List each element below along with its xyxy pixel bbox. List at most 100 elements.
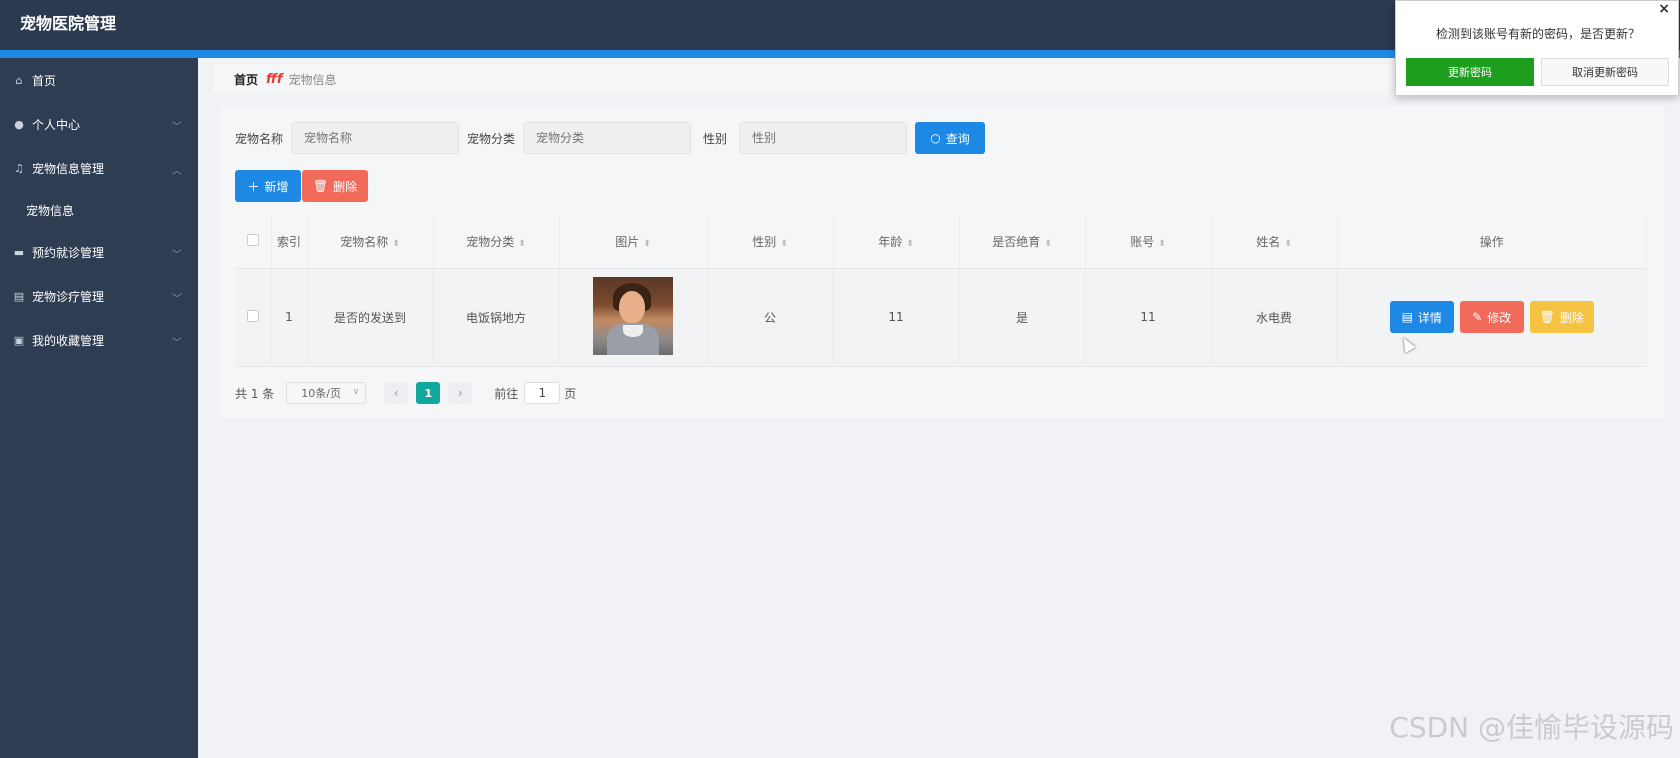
sort-icon[interactable]: ⬍: [1158, 239, 1166, 249]
page-number-current[interactable]: 1: [416, 382, 441, 404]
sidebar-item-pet-info-management[interactable]: ♫ 宠物信息管理 ︿: [0, 146, 198, 190]
sort-icon[interactable]: ⬍: [392, 239, 400, 249]
search-form: 宠物名称 宠物分类 性别 ○ 查询: [235, 122, 986, 154]
prev-page-button[interactable]: ‹: [384, 382, 409, 404]
user-icon: ●: [14, 117, 24, 131]
main-content: 首页 fff 宠物信息 宠物名称 宠物分类 性别 ○ 查询 ＋ 新增 🗑 删除: [198, 58, 1680, 758]
header-pet-category: 宠物分类: [466, 235, 515, 250]
detail-button-label: 详情: [1417, 310, 1442, 325]
edit-button-label: 修改: [1487, 310, 1512, 325]
header-neutered: 是否绝育: [992, 235, 1041, 250]
page-unit-label: 页: [564, 386, 577, 401]
table-row: 1 是否的发送到 电饭锅地方 公 11 是 11 水电费 ▤ 详情 ✎ 修改 🗑…: [235, 268, 1647, 367]
sidebar-item-favorites-management[interactable]: ▣ 我的收藏管理 ﹀: [0, 318, 198, 362]
pagination-total: 共 1 条: [235, 386, 275, 401]
close-icon[interactable]: ×: [1658, 1, 1670, 17]
next-page-button[interactable]: ›: [448, 382, 473, 404]
chevron-down-icon: ﹀: [172, 294, 182, 305]
add-button[interactable]: ＋ 新增: [235, 170, 301, 202]
select-all-cell: [235, 216, 272, 269]
header-index: 索引: [276, 235, 301, 250]
trash-icon: 🗑: [312, 179, 329, 193]
column-header[interactable]: 年龄 ⬍: [833, 216, 960, 269]
header-account: 账号: [1130, 235, 1155, 250]
header-operations: 操作: [1479, 235, 1504, 250]
clipboard-icon: ▣: [13, 333, 25, 347]
cell-age: 11: [833, 268, 960, 367]
chevron-down-icon: ﹀: [172, 338, 182, 349]
content-card: 宠物名称 宠物分类 性别 ○ 查询 ＋ 新增 🗑 删除: [220, 106, 1664, 418]
chevron-right-icon: ›: [457, 386, 463, 400]
sidebar-item-personal-center[interactable]: ● 个人中心 ﹀: [0, 102, 198, 146]
pet-category-input[interactable]: [523, 122, 692, 154]
sidebar-item-label: 首页: [32, 73, 57, 88]
header-owner-name: 姓名: [1256, 235, 1281, 250]
trash-icon: 🗑: [1539, 310, 1555, 324]
select-all-checkbox[interactable]: [246, 234, 259, 247]
search-button-label: 查询: [945, 131, 970, 146]
sidebar-item-label: 预约就诊管理: [32, 245, 105, 260]
sidebar-item-label: 个人中心: [32, 117, 81, 132]
sort-icon[interactable]: ⬍: [780, 239, 788, 249]
table-header-row: 索引 宠物名称 ⬍ 宠物分类 ⬍ 图片 ⬍ 性别 ⬍ 年龄 ⬍ 是否绝育 ⬍ 账号 ⬍ 姓名 ⬍…: [235, 216, 1647, 269]
column-header[interactable]: 宠物名称 ⬍: [307, 216, 434, 269]
goto-page-input[interactable]: [524, 382, 561, 404]
pet-name-input[interactable]: [291, 122, 460, 154]
cell-picture: [559, 268, 708, 367]
pencil-icon: ✎: [1472, 310, 1483, 324]
sidebar-subitem-pet-info[interactable]: 宠物信息: [0, 190, 198, 230]
plus-icon: ＋: [247, 179, 260, 194]
cell-gender: 公: [707, 268, 834, 367]
sort-icon[interactable]: ⬍: [518, 239, 526, 249]
column-header[interactable]: 图片 ⬍: [559, 216, 708, 269]
update-password-button[interactable]: 更新密码: [1406, 58, 1534, 86]
briefcase-icon: ▬: [13, 245, 25, 259]
breadcrumb-home[interactable]: 首页: [234, 71, 258, 88]
row-select-cell: [235, 268, 272, 367]
cell-owner-name: 水电费: [1211, 268, 1338, 367]
header-pet-name: 宠物名称: [340, 235, 389, 250]
bell-icon: ♫: [14, 161, 24, 175]
action-toolbar: ＋ 新增 🗑 删除: [235, 170, 368, 202]
column-header[interactable]: 姓名 ⬍: [1211, 216, 1338, 269]
chevron-up-icon: ︿: [172, 166, 182, 177]
sort-icon[interactable]: ⬍: [906, 239, 914, 249]
cancel-update-password-button[interactable]: 取消更新密码: [1541, 58, 1669, 86]
search-button[interactable]: ○ 查询: [915, 122, 986, 154]
delete-button[interactable]: 🗑 删除: [1529, 301, 1594, 333]
pet-photo[interactable]: [593, 276, 673, 355]
cell-account: 11: [1085, 268, 1212, 367]
batch-delete-label: 删除: [333, 179, 358, 194]
cell-neutered: 是: [959, 268, 1086, 367]
sort-icon[interactable]: ⬍: [1284, 239, 1292, 249]
page-size-select[interactable]: 10条/页 ∨: [286, 382, 367, 404]
page-size-value: 10条/页: [301, 387, 341, 400]
cell-operations: ▤ 详情 ✎ 修改 🗑 删除: [1337, 268, 1647, 367]
column-header[interactable]: 账号 ⬍: [1085, 216, 1212, 269]
sidebar-item-home[interactable]: ⌂ 首页: [0, 58, 198, 102]
column-header[interactable]: 是否绝育 ⬍: [959, 216, 1086, 269]
sidebar-item-label: 宠物信息管理: [32, 161, 105, 176]
chevron-down-icon: ﹀: [172, 250, 182, 261]
batch-delete-button[interactable]: 🗑 删除: [302, 170, 368, 202]
column-header[interactable]: 性别 ⬍: [707, 216, 834, 269]
sort-icon[interactable]: ⬍: [643, 239, 651, 249]
password-update-dialog: × 检测到该账号有新的密码，是否更新？ 更新密码 取消更新密码: [1395, 0, 1679, 96]
app-title: 宠物医院管理: [20, 14, 117, 33]
sidebar-item-appointment-management[interactable]: ▬ 预约就诊管理 ﹀: [0, 230, 198, 274]
row-checkbox[interactable]: [246, 309, 259, 322]
pagination: 共 1 条 10条/页 ∨ ‹ 1 › 前往 页: [235, 382, 576, 404]
detail-button[interactable]: ▤ 详情: [1389, 301, 1454, 333]
search-icon: ○: [930, 131, 941, 145]
delete-button-label: 删除: [1559, 310, 1584, 325]
sidebar-item-treatment-management[interactable]: ▤ 宠物诊疗管理 ﹀: [0, 274, 198, 318]
add-button-label: 新增: [264, 179, 289, 194]
search-label-name: 宠物名称: [235, 131, 284, 146]
column-header[interactable]: 宠物分类 ⬍: [433, 216, 560, 269]
sort-icon[interactable]: ⬍: [1044, 239, 1052, 249]
edit-button[interactable]: ✎ 修改: [1459, 301, 1524, 333]
column-header: 索引: [271, 216, 308, 269]
document-icon: ▤: [1401, 310, 1413, 324]
cell-index: 1: [271, 268, 308, 367]
gender-input[interactable]: [739, 122, 908, 154]
